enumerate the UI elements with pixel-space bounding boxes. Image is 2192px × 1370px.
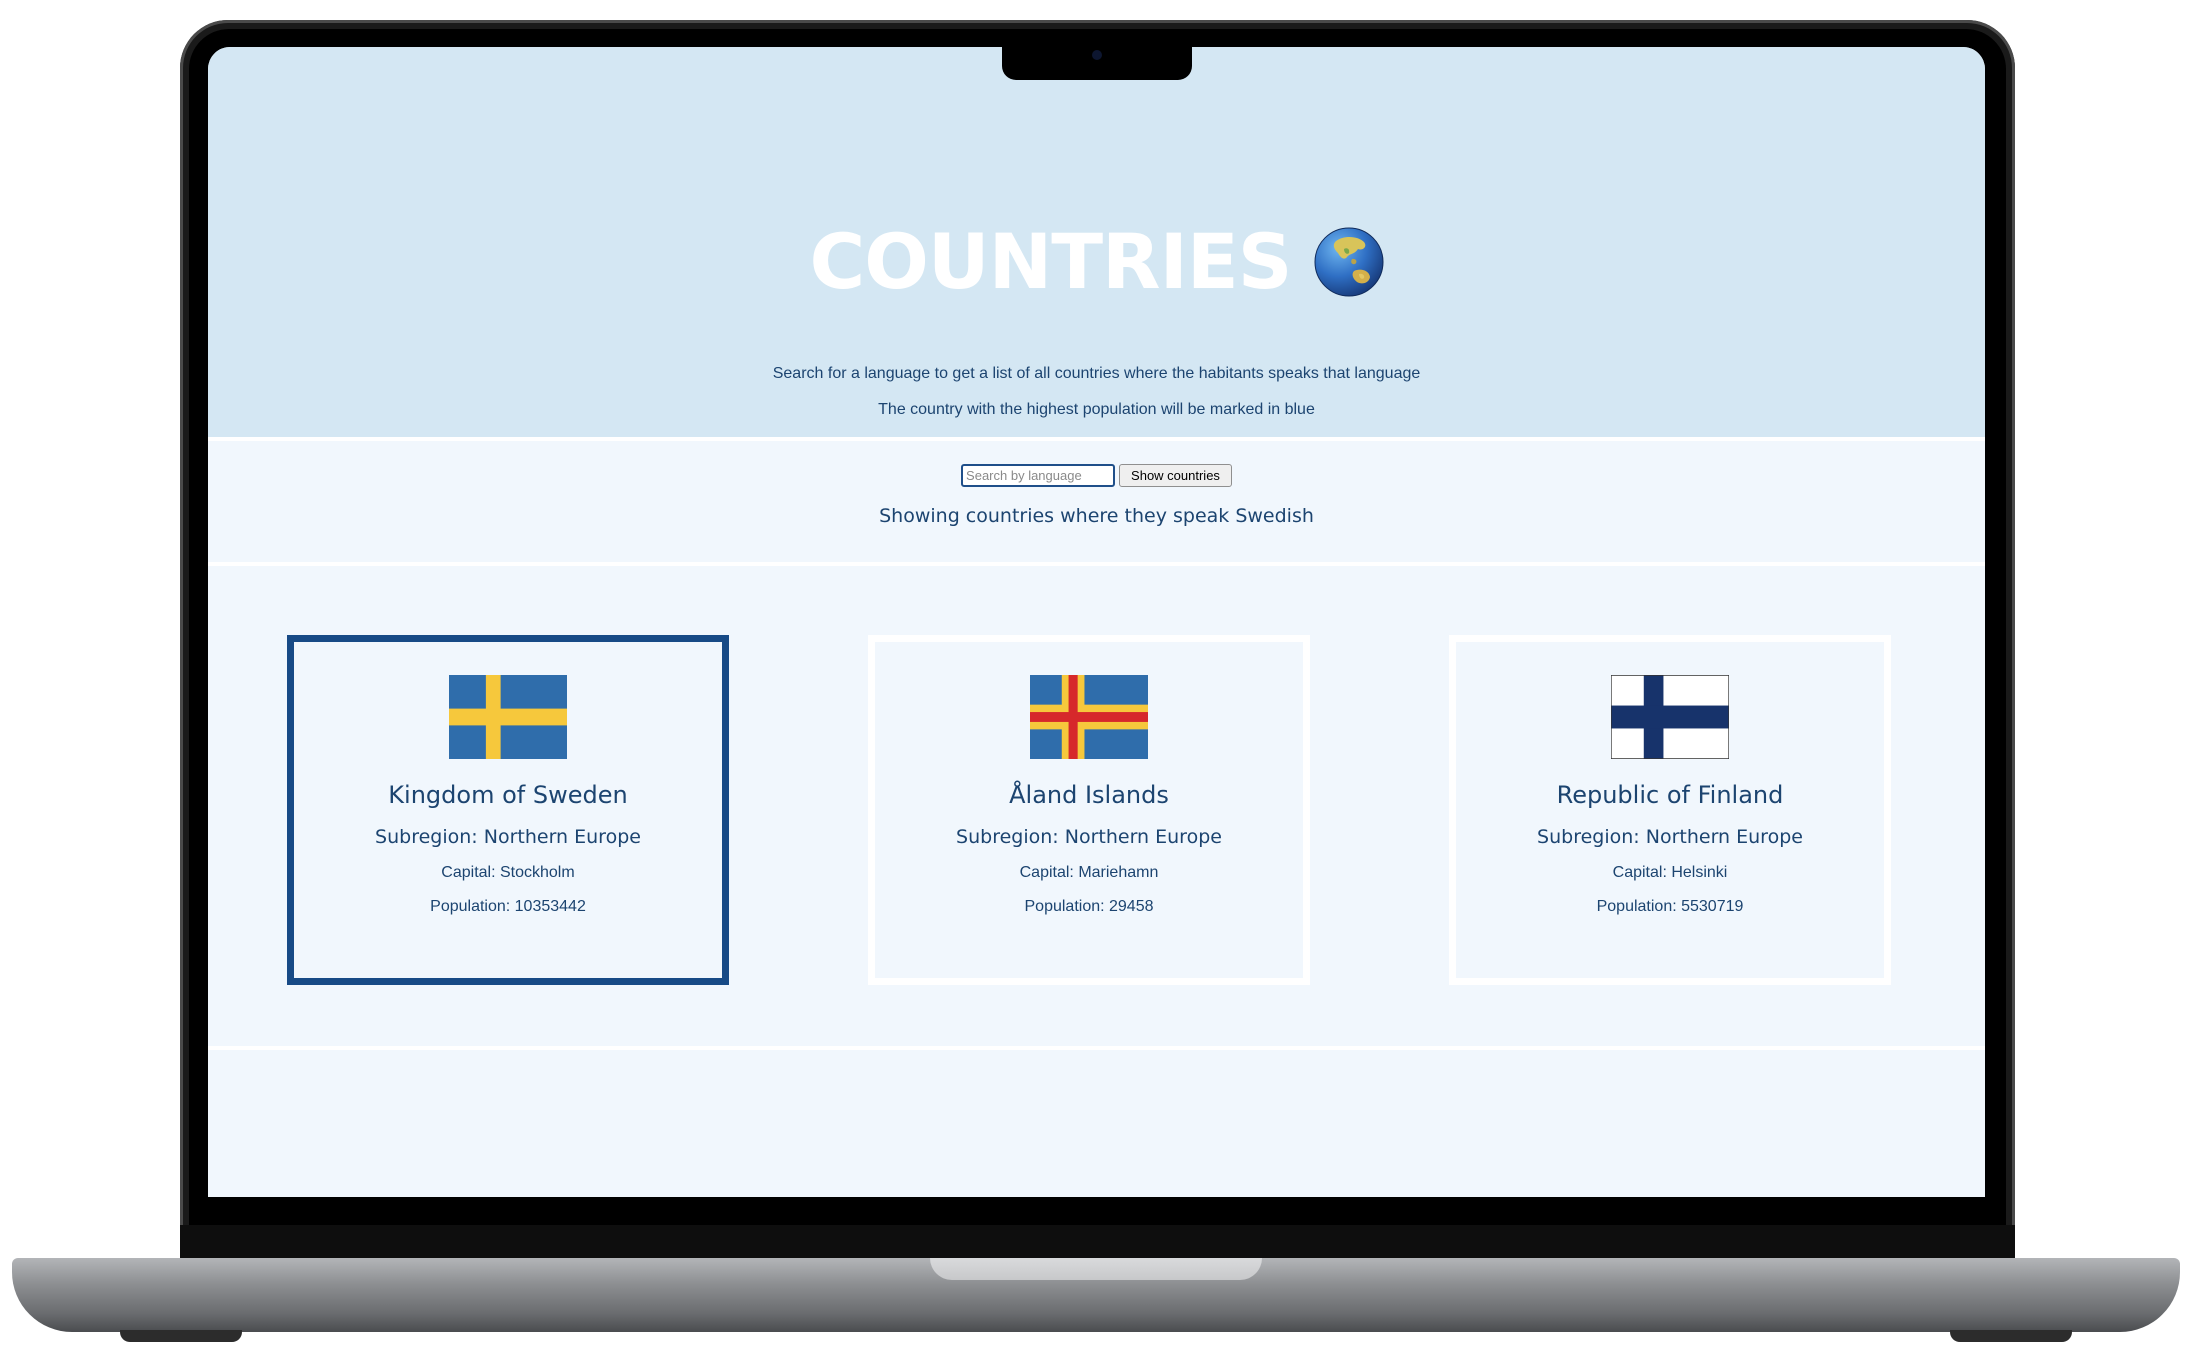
- show-countries-button[interactable]: Show countries: [1119, 464, 1232, 487]
- country-subregion: Subregion: Northern Europe: [375, 826, 641, 848]
- section-divider: [208, 1046, 1985, 1050]
- section-divider: [208, 562, 1985, 566]
- country-card-list: Kingdom of Sweden Subregion: Northern Eu…: [287, 635, 1897, 985]
- country-subregion: Subregion: Northern Europe: [1537, 826, 1803, 848]
- page-description-line-2: The country with the highest population …: [878, 401, 1315, 418]
- country-population: Population: 5530719: [1596, 898, 1744, 915]
- country-population: Population: 29458: [1024, 898, 1154, 915]
- country-capital: Capital: Helsinki: [1612, 864, 1728, 881]
- country-capital: Capital: Mariehamn: [1019, 864, 1159, 881]
- country-capital: Capital: Stockholm: [441, 864, 575, 881]
- laptop-foot-right: [1950, 1330, 2072, 1342]
- laptop-opening-notch: [930, 1258, 1262, 1280]
- language-search-input[interactable]: [961, 464, 1116, 487]
- country-subregion: Subregion: Northern Europe: [956, 826, 1222, 848]
- sweden-flag-icon: [449, 675, 567, 759]
- country-name: Kingdom of Sweden: [388, 781, 628, 809]
- country-card: Åland Islands Subregion: Northern Europe…: [868, 635, 1310, 985]
- country-card: Kingdom of Sweden Subregion: Northern Eu…: [287, 635, 729, 985]
- page-description-line-1: Search for a language to get a list of a…: [772, 365, 1421, 382]
- finland-flag-icon: [1611, 675, 1729, 759]
- country-name: Republic of Finland: [1556, 781, 1784, 809]
- page-header: COUNTRIES Search for a language to get a…: [208, 47, 1985, 437]
- globe-asia-australia-icon: [1314, 227, 1383, 297]
- browser-viewport: COUNTRIES Search for a language to get a…: [208, 47, 1985, 1197]
- country-population: Population: 10353442: [430, 898, 586, 915]
- page-title: COUNTRIES: [809, 217, 1293, 306]
- result-message: Showing countries where they speak Swedi…: [879, 505, 1314, 527]
- search-form: Show countries: [208, 464, 1985, 487]
- title-row: COUNTRIES: [208, 217, 1985, 307]
- aland-flag-icon: [1030, 675, 1148, 759]
- section-divider: [208, 437, 1985, 441]
- country-name: Åland Islands: [1009, 781, 1169, 809]
- laptop-foot-left: [120, 1330, 242, 1342]
- camera-icon: [1092, 50, 1102, 60]
- country-card: Republic of Finland Subregion: Northern …: [1449, 635, 1891, 985]
